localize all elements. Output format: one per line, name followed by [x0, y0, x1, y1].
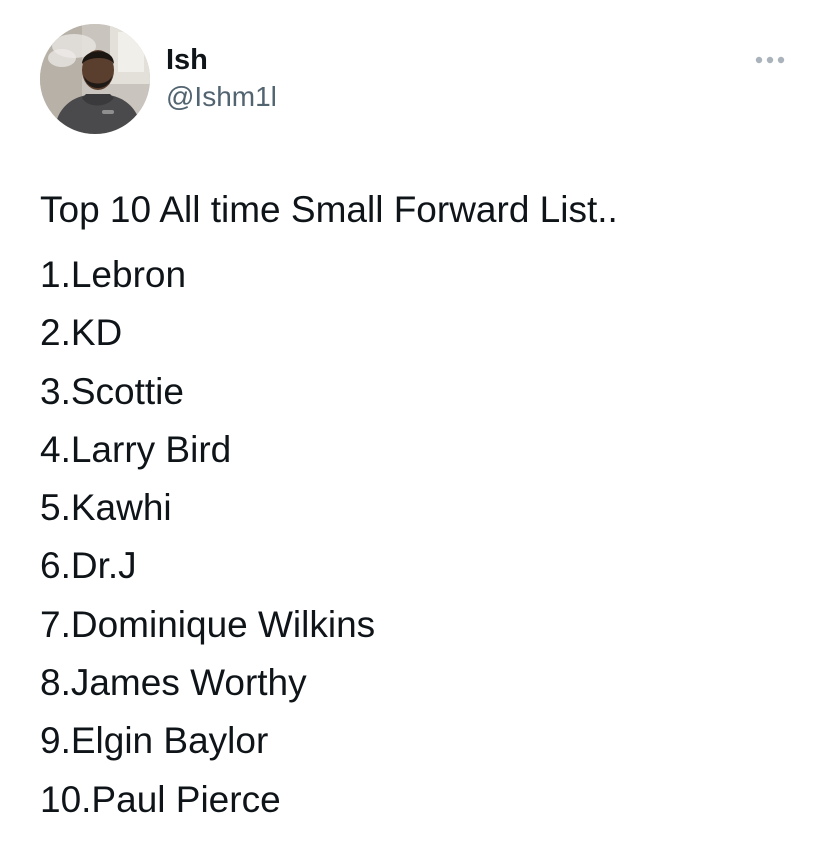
tweet-title: Top 10 All time Small Forward List.. [40, 189, 618, 230]
list-item: 9.Elgin Baylor [40, 720, 269, 762]
list-item: 4.Larry Bird [40, 428, 232, 470]
avatar-photo [40, 24, 150, 134]
more-options-button[interactable] [748, 44, 792, 76]
list-item: 3.Scottie [40, 370, 184, 412]
ranking-list: 1.Lebron 2.KD 3.Scottie 4.Larry Bird 5.K… [40, 246, 800, 829]
list-item: 2.KD [40, 312, 123, 354]
list-item: 8.James Worthy [40, 662, 307, 704]
list-item: 6.Dr.J [40, 545, 137, 587]
more-options-icon [755, 51, 785, 69]
tweet-card: Ish @Ishm1l Top 10 All time Small Forwar… [0, 0, 828, 852]
list-item: 5.Kawhi [40, 487, 172, 529]
list-item: 7.Dominique Wilkins [40, 603, 376, 645]
list-item: 1.Lebron [40, 254, 187, 295]
author-info[interactable]: Ish @Ishm1l [166, 42, 277, 115]
author-handle[interactable]: @Ishm1l [166, 79, 277, 115]
author-display-name[interactable]: Ish [166, 42, 277, 78]
avatar[interactable] [40, 24, 150, 134]
list-item: 10.Paul Pierce [40, 778, 281, 820]
tweet-body: Top 10 All time Small Forward List.. 1.L… [40, 186, 800, 829]
